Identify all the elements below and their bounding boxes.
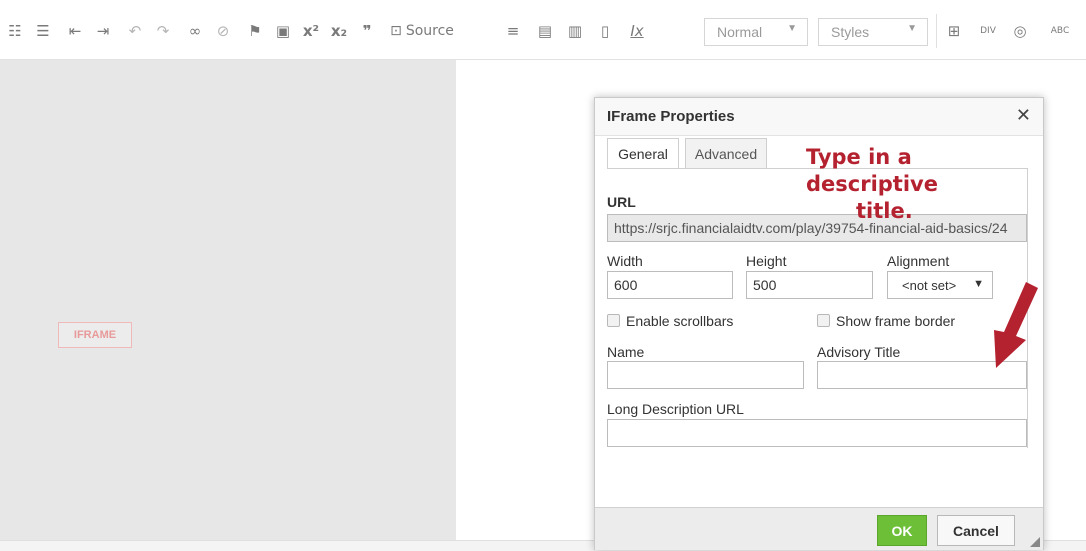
numbered-list-icon[interactable]: ☰ bbox=[32, 14, 54, 48]
unlink-icon[interactable]: ⊘ bbox=[212, 14, 234, 48]
chevron-down-icon: ▼ bbox=[973, 278, 984, 290]
height-label: Height bbox=[746, 253, 787, 269]
spellcheck-icon[interactable]: ABC bbox=[1040, 14, 1080, 48]
tab-advanced[interactable]: Advanced bbox=[685, 138, 767, 168]
subscript-icon[interactable]: x₂ bbox=[326, 14, 352, 48]
source-button[interactable]: ⊡ Source bbox=[384, 14, 460, 48]
annotation-line1: Type in a descriptive bbox=[806, 145, 938, 196]
iframe-icon[interactable]: ◎ bbox=[1006, 14, 1034, 48]
image-icon[interactable]: ▣ bbox=[272, 14, 294, 48]
url-label: URL bbox=[607, 194, 636, 210]
width-field[interactable]: 600 bbox=[607, 271, 733, 299]
blockquote-icon[interactable]: ❞ bbox=[356, 14, 378, 48]
dialog-titlebar[interactable]: IFrame Properties ✕ bbox=[595, 98, 1043, 136]
scrollbars-checkbox[interactable] bbox=[607, 314, 620, 327]
styles-combo-value: Styles bbox=[831, 24, 870, 40]
ok-button[interactable]: OK bbox=[877, 515, 927, 546]
chevron-down-icon: ▼ bbox=[907, 23, 917, 34]
anchor-flag-icon[interactable]: ⚑ bbox=[244, 14, 266, 48]
alignment-select-value: <not set> bbox=[902, 277, 957, 293]
table-icon[interactable]: ⊞ bbox=[936, 14, 971, 48]
horizontal-rule-icon[interactable]: ≡ bbox=[502, 14, 524, 48]
frameborder-checkbox[interactable] bbox=[817, 314, 830, 327]
frameborder-label[interactable]: Show frame border bbox=[836, 313, 955, 329]
height-field[interactable]: 500 bbox=[746, 271, 873, 299]
long-description-field[interactable] bbox=[607, 419, 1027, 447]
remove-format-icon[interactable]: Ix bbox=[624, 14, 650, 48]
close-icon[interactable]: ✕ bbox=[1016, 105, 1031, 126]
source-label: Source bbox=[405, 23, 454, 39]
alignment-select[interactable]: <not set> ▼ bbox=[887, 271, 993, 299]
paste-word-icon[interactable]: ▯ bbox=[594, 14, 616, 48]
alignment-label: Alignment bbox=[887, 253, 950, 269]
dialog-title: IFrame Properties bbox=[607, 108, 735, 125]
editor-left-pane: IFRAME bbox=[0, 60, 456, 550]
editor-toolbar: ☷ ☰ ⇤ ⇥ ↶ ↷ ∞ ⊘ ⚑ ▣ x² x₂ ❞ ⊡ Source ≡ ▤… bbox=[0, 0, 1086, 60]
annotation-callout: Type in a descriptive title. bbox=[806, 144, 1046, 225]
increase-indent-icon[interactable]: ⇥ bbox=[92, 14, 114, 48]
dialog-footer: OK Cancel bbox=[595, 507, 1043, 550]
name-label: Name bbox=[607, 344, 645, 360]
annotation-line2: title. bbox=[856, 199, 913, 223]
format-combo[interactable]: Normal ▼ bbox=[704, 18, 808, 46]
toolbar-row: ☷ ☰ ⇤ ⇥ ↶ ↷ ∞ ⊘ ⚑ ▣ x² x₂ ❞ ⊡ Source ≡ ▤… bbox=[0, 14, 1086, 48]
source-icon: ⊡ bbox=[390, 23, 402, 39]
styles-combo[interactable]: Styles ▼ bbox=[818, 18, 928, 46]
superscript-icon[interactable]: x² bbox=[298, 14, 324, 48]
chevron-down-icon: ▼ bbox=[787, 23, 797, 34]
paste-text-icon[interactable]: ▥ bbox=[564, 14, 586, 48]
paste-icon[interactable]: ▤ bbox=[534, 14, 556, 48]
decrease-indent-icon[interactable]: ⇤ bbox=[64, 14, 86, 48]
annotation-arrow-icon bbox=[994, 282, 1038, 368]
format-combo-value: Normal bbox=[717, 24, 763, 40]
name-field[interactable] bbox=[607, 361, 804, 389]
resize-handle-icon[interactable] bbox=[1030, 537, 1040, 547]
advisory-title-label: Advisory Title bbox=[817, 344, 901, 360]
tab-general[interactable]: General bbox=[607, 138, 679, 169]
long-description-label: Long Description URL bbox=[607, 401, 744, 417]
scrollbars-label[interactable]: Enable scrollbars bbox=[626, 313, 733, 329]
div-icon[interactable]: DIV bbox=[974, 14, 1002, 48]
width-label: Width bbox=[607, 253, 643, 269]
link-icon[interactable]: ∞ bbox=[184, 14, 206, 48]
iframe-placeholder[interactable]: IFRAME bbox=[58, 322, 132, 348]
redo-icon[interactable]: ↷ bbox=[152, 14, 174, 48]
cancel-button[interactable]: Cancel bbox=[937, 515, 1015, 546]
undo-icon[interactable]: ↶ bbox=[124, 14, 146, 48]
bulleted-list-icon[interactable]: ☷ bbox=[4, 14, 26, 48]
